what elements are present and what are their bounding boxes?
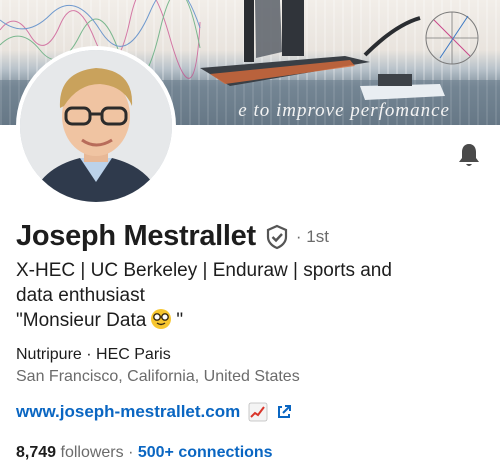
followers-count: 8,749	[16, 444, 57, 461]
profile-name-row: Joseph Mestrallet · 1st	[16, 220, 329, 253]
chart-increasing-emoji	[248, 402, 268, 422]
bell-icon[interactable]	[454, 140, 484, 170]
profile-location: San Francisco, California, United States	[16, 368, 300, 385]
website-link[interactable]: www.joseph-mestrallet.com	[16, 402, 240, 422]
connections-link[interactable]: 500+ connections	[138, 444, 273, 461]
nerd-face-emoji	[150, 308, 172, 337]
profile-photo	[20, 50, 172, 202]
followers-label: followers ·	[60, 444, 134, 461]
profile-headline: X-HEC | UC Berkeley | Enduraw | sports a…	[16, 258, 486, 337]
website-row: www.joseph-mestrallet.com	[16, 402, 292, 422]
external-link-icon[interactable]	[276, 404, 292, 420]
headline-text: "Monsieur Data	[16, 310, 147, 331]
shield-check-icon	[264, 224, 290, 250]
headline-line: X-HEC | UC Berkeley | Enduraw | sports a…	[16, 260, 392, 281]
headline-line: data enthusiast	[16, 285, 145, 306]
profile-avatar[interactable]	[16, 46, 176, 206]
current-company-school[interactable]: Nutripure · HEC Paris	[16, 346, 171, 364]
connection-degree: · 1st	[295, 226, 329, 246]
headline-text: "	[176, 310, 184, 331]
profile-name: Joseph Mestrallet	[16, 220, 256, 252]
banner-tagline: e to improve perfomance	[238, 100, 450, 121]
headline-line: "Monsieur Data "	[16, 308, 486, 337]
network-stats: 8,749 followers · 500+ connections	[16, 444, 273, 462]
